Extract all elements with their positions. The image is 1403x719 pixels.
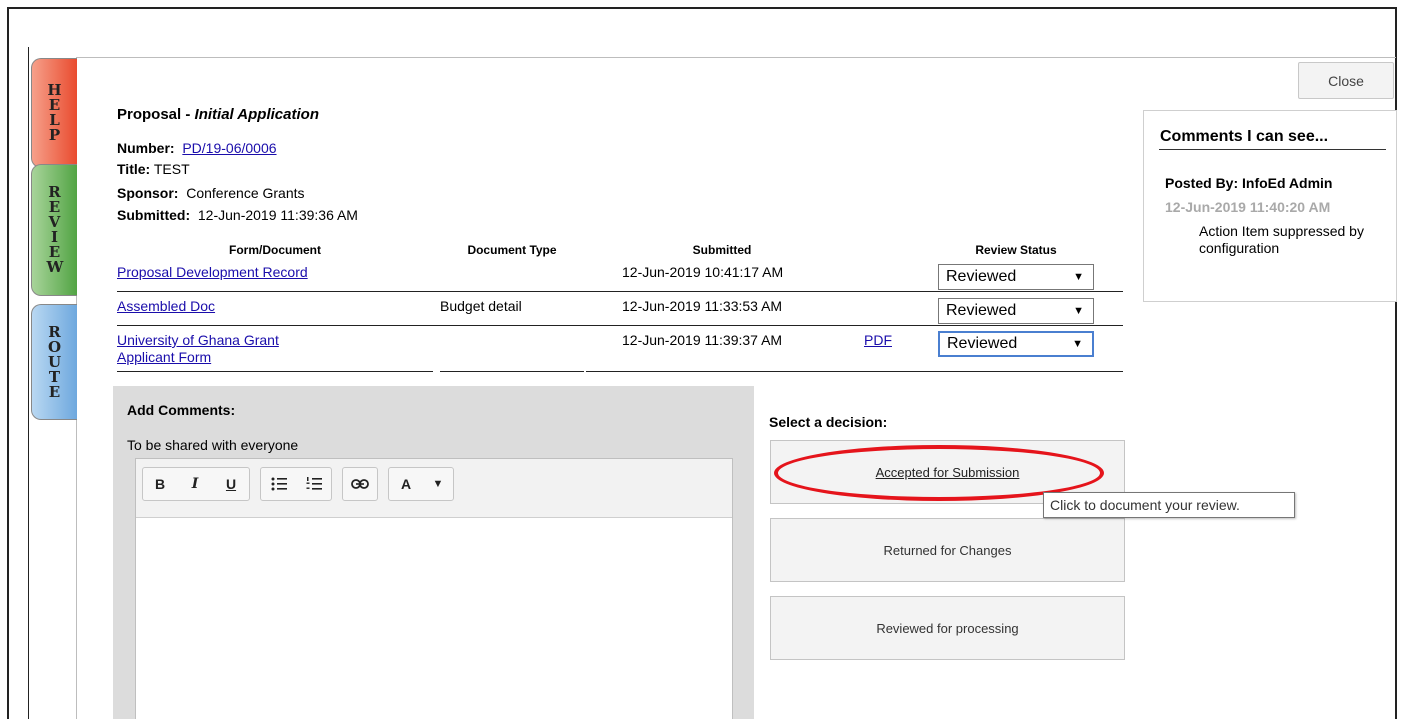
row-divider bbox=[440, 371, 584, 372]
comments-title: Comments I can see... bbox=[1160, 128, 1329, 145]
tab-help-label: HELP bbox=[47, 81, 62, 144]
tab-route-label: ROUTE bbox=[47, 322, 62, 401]
numbered-list-icon[interactable] bbox=[296, 468, 331, 500]
italic-button[interactable]: I bbox=[177, 468, 213, 500]
review-status-value: Reviewed bbox=[946, 302, 1017, 319]
doc-submitted: 12-Jun-2019 11:39:37 AM bbox=[622, 332, 783, 348]
font-color-group: A ▼ bbox=[388, 467, 454, 501]
doc-link-applicant-form[interactable]: University of Ghana Grant Applicant Form bbox=[117, 332, 279, 366]
underline-button[interactable]: U bbox=[213, 468, 249, 500]
proposal-sponsor: Conference Grants bbox=[186, 185, 305, 201]
comment-author: Posted By: InfoEd Admin bbox=[1165, 175, 1333, 191]
comment-text: Action Item suppressed by configuration bbox=[1199, 223, 1364, 256]
panel-border bbox=[76, 57, 1396, 58]
font-color-button[interactable]: A bbox=[389, 468, 423, 500]
comments-pane: Comments I can see... Posted By: InfoEd … bbox=[1143, 110, 1397, 302]
proposal-number-row: Number: PD/19-06/0006 bbox=[117, 140, 277, 156]
tab-review[interactable]: REVIEW bbox=[31, 164, 77, 296]
proposal-title: TEST bbox=[153, 161, 190, 177]
row-divider bbox=[117, 325, 1123, 326]
divider bbox=[1159, 149, 1386, 150]
column-header-form: Form/Document bbox=[228, 243, 321, 257]
submitted-label: Submitted: bbox=[117, 207, 191, 223]
column-header-status: Review Status bbox=[975, 243, 1057, 257]
divider bbox=[28, 47, 29, 719]
doc-link-line: University of Ghana Grant bbox=[117, 332, 279, 348]
link-icon[interactable] bbox=[343, 468, 377, 500]
doc-type: Budget detail bbox=[440, 298, 522, 314]
chevron-down-icon: ▼ bbox=[1073, 305, 1084, 317]
chevron-down-icon[interactable]: ▼ bbox=[423, 468, 453, 500]
tooltip: Click to document your review. bbox=[1043, 492, 1295, 518]
add-comments-title: Add Comments: bbox=[127, 402, 236, 418]
proposal-type: Proposal bbox=[117, 106, 182, 123]
doc-link-line: Applicant Form bbox=[117, 349, 212, 365]
row-divider bbox=[586, 371, 1123, 372]
number-label: Number: bbox=[117, 140, 175, 156]
tab-route[interactable]: ROUTE bbox=[31, 304, 77, 420]
close-button[interactable]: Close bbox=[1298, 62, 1394, 99]
format-group: B I U bbox=[142, 467, 250, 501]
doc-submitted: 12-Jun-2019 10:41:17 AM bbox=[622, 264, 784, 280]
review-status-select[interactable]: Reviewed ▼ bbox=[938, 264, 1094, 290]
comment-textarea[interactable] bbox=[136, 517, 732, 719]
bullet-list-icon[interactable] bbox=[261, 468, 296, 500]
comment-date: 12-Jun-2019 11:40:20 AM bbox=[1165, 199, 1331, 215]
review-status-value: Reviewed bbox=[946, 268, 1017, 285]
add-comments-panel: Add Comments: To be shared with everyone… bbox=[113, 386, 754, 719]
chevron-down-icon: ▼ bbox=[1072, 338, 1083, 350]
review-status-select[interactable]: Reviewed ▼ bbox=[938, 298, 1094, 324]
proposal-heading: Proposal - Initial Application bbox=[117, 106, 319, 123]
link-group bbox=[342, 467, 378, 501]
review-status-value: Reviewed bbox=[947, 335, 1018, 352]
title-label: Title: bbox=[117, 161, 151, 177]
share-label: To be shared with everyone bbox=[127, 437, 299, 453]
proposal-sponsor-row: Sponsor: Conference Grants bbox=[117, 185, 305, 201]
pdf-link[interactable]: PDF bbox=[864, 332, 892, 348]
bold-button[interactable]: B bbox=[143, 468, 177, 500]
tab-review-label: REVIEW bbox=[46, 183, 64, 276]
row-divider bbox=[117, 371, 433, 372]
tab-help[interactable]: HELP bbox=[31, 58, 77, 168]
review-status-select[interactable]: Reviewed ▼ bbox=[938, 331, 1094, 357]
doc-link-assembled-doc[interactable]: Assembled Doc bbox=[117, 298, 215, 314]
rich-text-editor: B I U A ▼ bbox=[135, 458, 733, 719]
proposal-submitted: 12-Jun-2019 11:39:36 AM bbox=[197, 207, 358, 223]
chevron-down-icon: ▼ bbox=[1073, 271, 1084, 283]
returned-for-changes-button[interactable]: Returned for Changes bbox=[770, 518, 1125, 582]
list-group bbox=[260, 467, 332, 501]
doc-link-proposal-development-record[interactable]: Proposal Development Record bbox=[117, 264, 308, 280]
proposal-submitted-row: Submitted: 12-Jun-2019 11:39:36 AM bbox=[117, 207, 358, 223]
reviewed-for-processing-button[interactable]: Reviewed for processing bbox=[770, 596, 1125, 660]
doc-submitted: 12-Jun-2019 11:33:53 AM bbox=[622, 298, 783, 314]
proposal-title-row: Title: TEST bbox=[117, 161, 190, 177]
proposal-number-link[interactable]: PD/19-06/0006 bbox=[182, 140, 276, 156]
decision-label: Select a decision: bbox=[769, 414, 888, 430]
column-header-type: Document Type bbox=[467, 243, 557, 257]
row-divider bbox=[117, 291, 1123, 292]
column-header-submitted: Submitted bbox=[692, 243, 752, 257]
proposal-stage: Initial Application bbox=[194, 106, 319, 123]
sponsor-label: Sponsor: bbox=[117, 185, 179, 201]
